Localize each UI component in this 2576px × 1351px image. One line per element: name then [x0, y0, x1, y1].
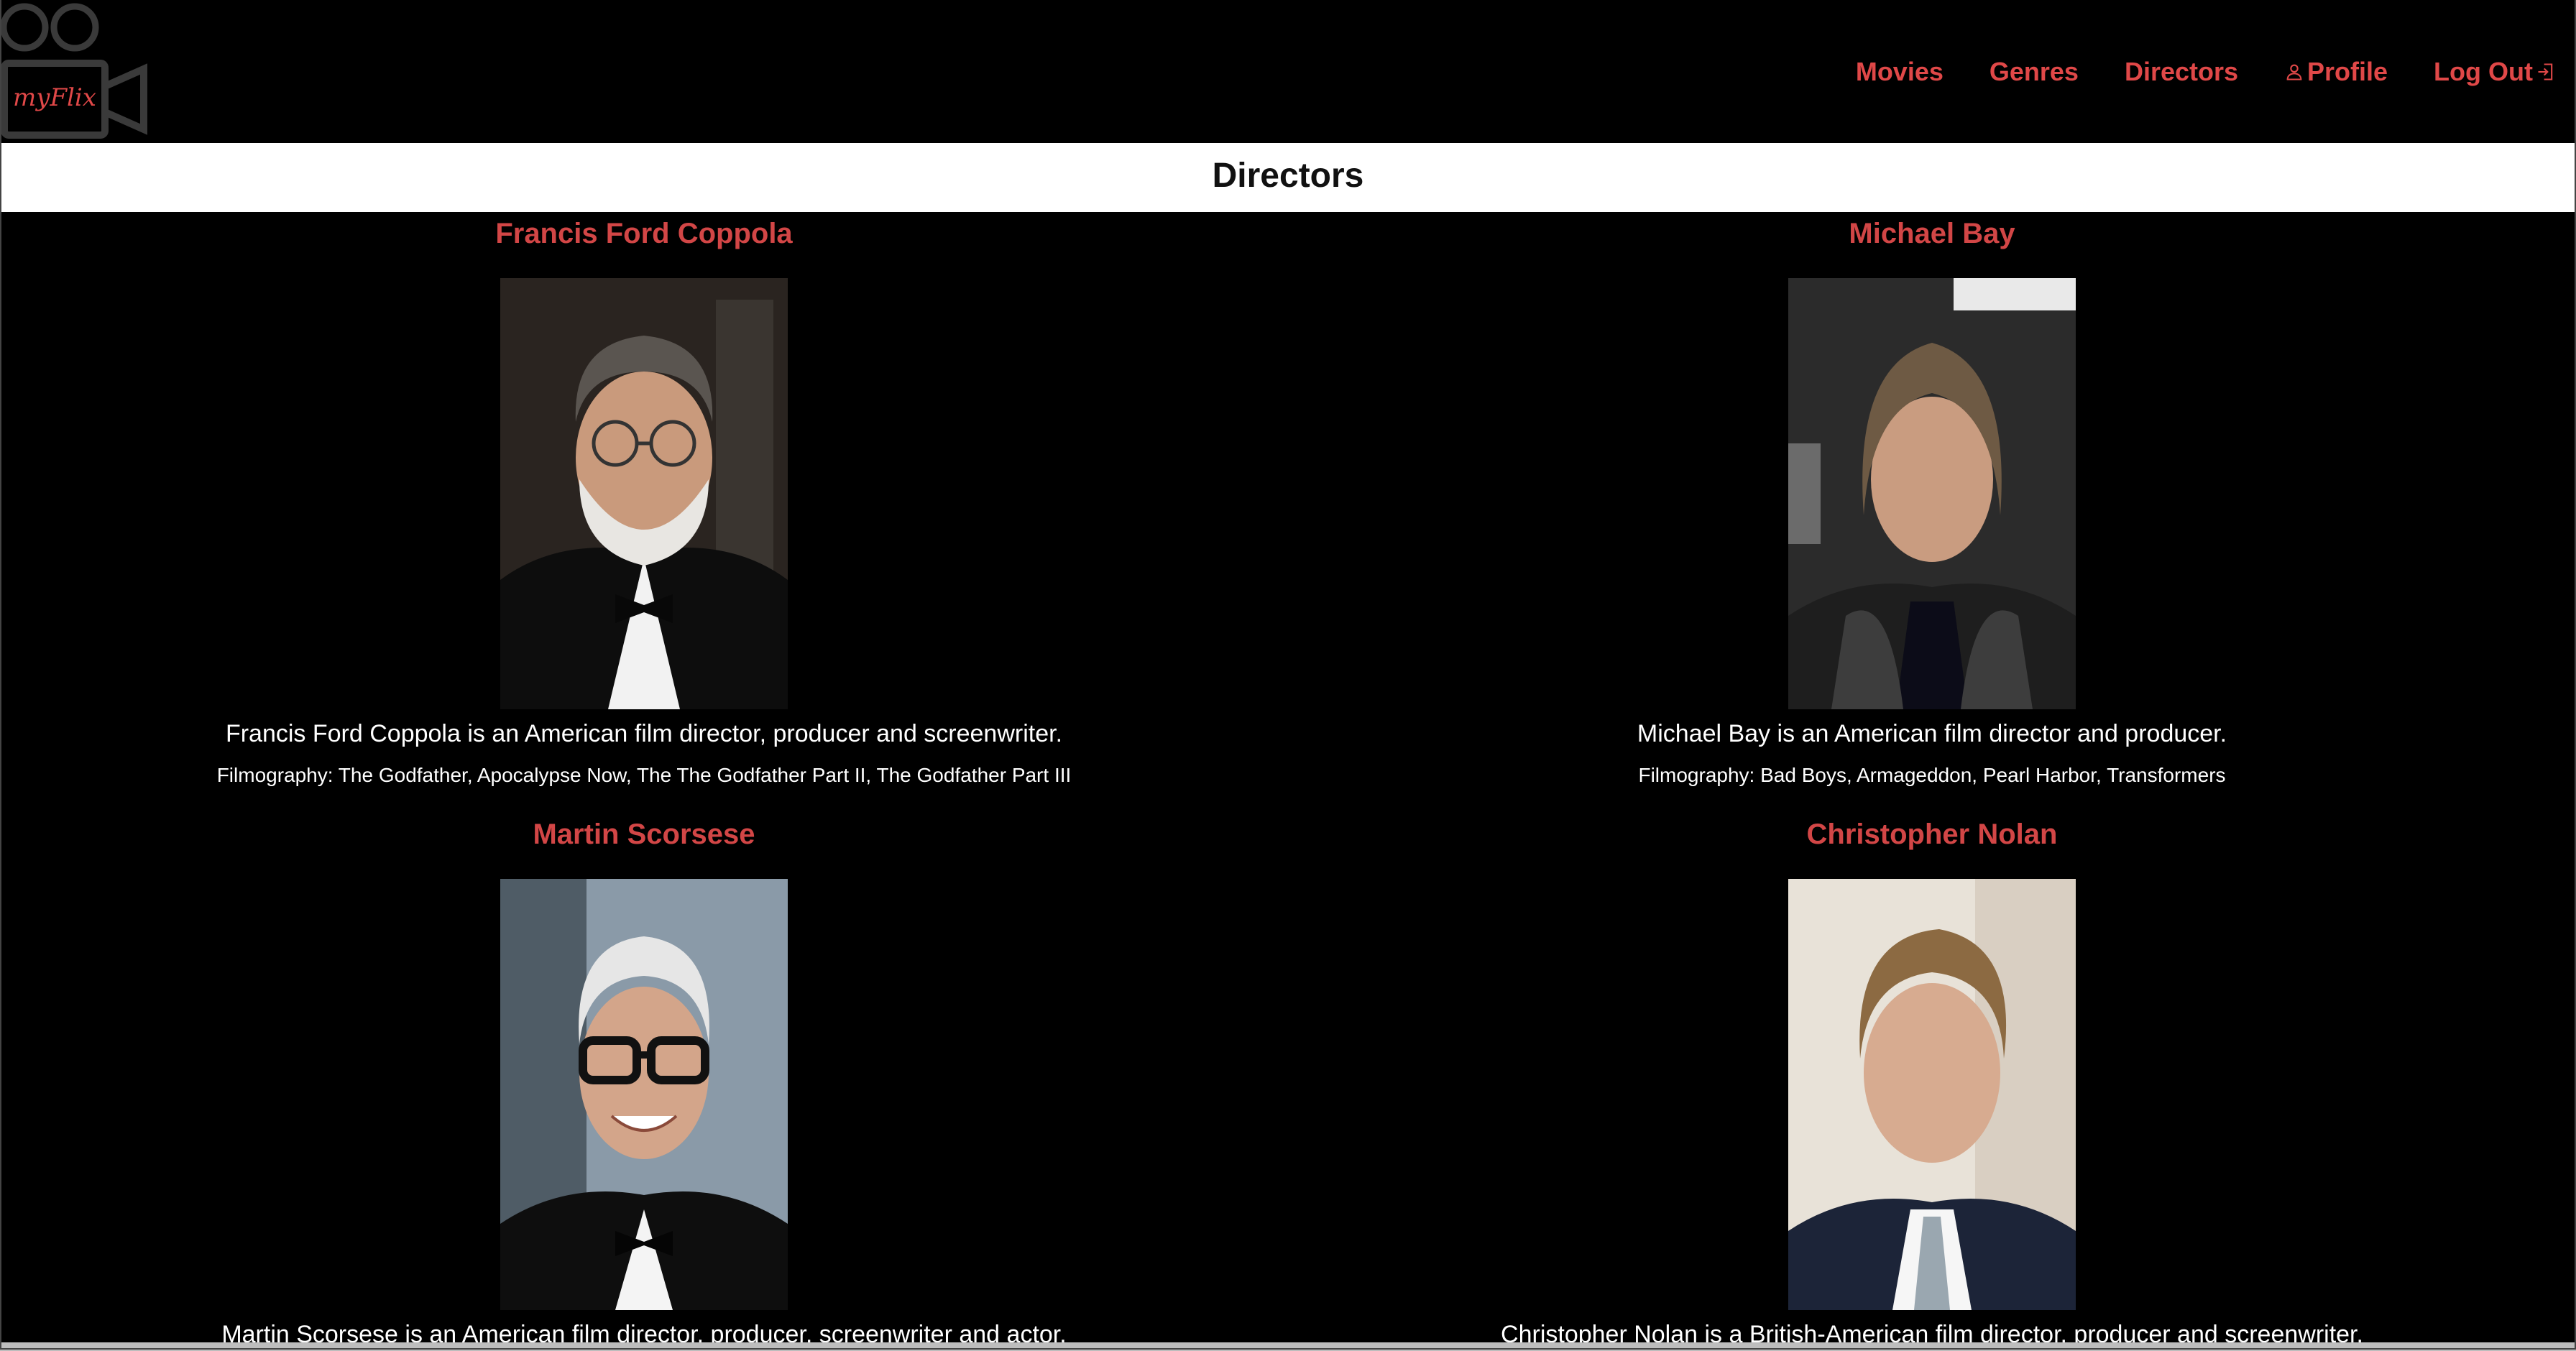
director-card[interactable]: Martin Scorsese Martin Scorsese is an Am…: [0, 813, 1288, 1342]
director-filmography: Filmography: The Godfather, Apocalypse N…: [216, 764, 1072, 786]
myflix-logo[interactable]: myFlix: [0, 0, 147, 143]
director-card[interactable]: Christopher Nolan Christopher Nolan is a…: [1288, 813, 2576, 1342]
nav-profile-label: Profile: [2307, 57, 2388, 86]
nav-directors[interactable]: Directors: [2125, 57, 2238, 87]
horizontal-scroll-edge[interactable]: [0, 1342, 2576, 1351]
nav-logout-label: Log Out: [2434, 57, 2533, 86]
director-photo: [500, 278, 788, 709]
director-name[interactable]: Michael Bay: [1849, 212, 2015, 255]
nav-genres-label: Genres: [1989, 57, 2079, 86]
director-description: Martin Scorsese is an American film dire…: [221, 1321, 1067, 1342]
director-description: Michael Bay is an American film director…: [1637, 720, 2227, 747]
page-title: Directors: [1212, 156, 1364, 195]
director-name[interactable]: Francis Ford Coppola: [495, 212, 792, 255]
nav-movies-label: Movies: [1855, 57, 1944, 86]
director-photo: [1788, 278, 2076, 709]
director-name[interactable]: Christopher Nolan: [1807, 813, 2058, 856]
director-card[interactable]: Francis Ford Coppola Francis Ford Coppol…: [0, 212, 1288, 793]
nav-links: Movies Genres Directors Profile Log Out: [1856, 52, 2556, 92]
nav-genres[interactable]: Genres: [1990, 57, 2079, 87]
logout-icon: [2536, 62, 2556, 82]
director-description: Francis Ford Coppola is an American film…: [225, 720, 1063, 747]
director-photo: [1788, 879, 2076, 1310]
nav-logout[interactable]: Log Out: [2434, 57, 2556, 87]
page-title-bar: Directors: [0, 143, 2576, 212]
directors-grid: Francis Ford Coppola Francis Ford Coppol…: [0, 212, 2576, 1342]
logo-text: myFlix: [13, 83, 96, 112]
nav-movies[interactable]: Movies: [1856, 57, 1944, 87]
director-name[interactable]: Martin Scorsese: [533, 813, 755, 856]
director-photo: [500, 879, 788, 1310]
navbar: myFlix Movies Genres Directors Profile L…: [0, 0, 2576, 143]
nav-directors-label: Directors: [2124, 57, 2239, 86]
person-icon: [2284, 62, 2304, 82]
director-card[interactable]: Michael Bay Michael Bay is an American f…: [1288, 212, 2576, 793]
director-filmography: Filmography: Bad Boys, Armageddon, Pearl…: [1638, 764, 2226, 786]
nav-profile[interactable]: Profile: [2284, 57, 2388, 87]
director-description: Christopher Nolan is a British-American …: [1501, 1321, 2363, 1342]
